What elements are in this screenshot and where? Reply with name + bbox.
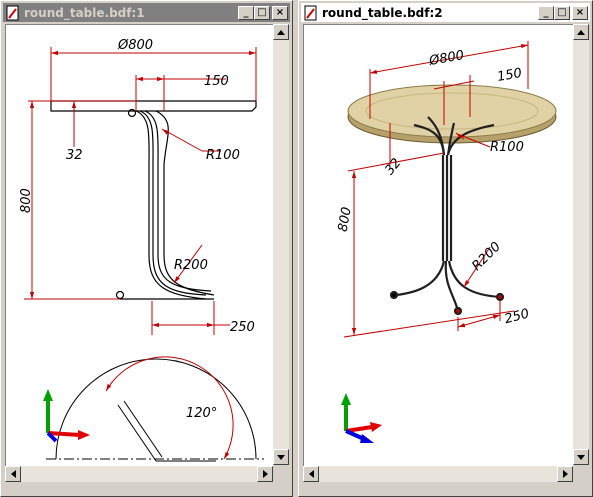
axis-triad — [341, 393, 382, 443]
drawing-canvas[interactable]: Ø800 150 32 800 R100 R200 250 120° — [5, 24, 273, 466]
maximize-button[interactable]: □ — [254, 5, 270, 20]
dimension-lines — [24, 47, 257, 335]
dimension-labels: Ø800 150 32 800 R100 R200 250 — [19, 38, 255, 335]
window-title: round_table.bdf:2 — [322, 5, 443, 20]
dim-radius-bottom: R200 — [174, 258, 208, 273]
dim-foot: 250 — [503, 306, 531, 327]
size-grip[interactable] — [273, 466, 289, 482]
scroll-right-button[interactable] — [557, 466, 573, 482]
dim-diameter: Ø800 — [117, 38, 153, 53]
dim-radius-top: R100 — [206, 148, 240, 163]
arrow-left-icon — [308, 470, 314, 478]
arrow-up-icon — [277, 29, 285, 35]
dim-offset: 150 — [204, 74, 229, 89]
dim-thickness: 32 — [382, 156, 404, 178]
scroll-down-button[interactable] — [273, 449, 289, 465]
scroll-right-button[interactable] — [257, 466, 273, 482]
arrow-down-icon — [577, 454, 585, 460]
leg-3d — [389, 116, 505, 316]
arrow-right-icon — [262, 470, 268, 478]
scroll-down-button[interactable] — [573, 449, 589, 465]
close-button[interactable]: × — [572, 5, 588, 20]
arrow-up-icon — [577, 29, 585, 35]
document-icon — [5, 5, 21, 21]
minimize-button[interactable]: _ — [238, 5, 254, 20]
window-title: round_table.bdf:1 — [24, 5, 145, 20]
scroll-up-button[interactable] — [573, 24, 589, 40]
size-grip[interactable] — [573, 466, 589, 482]
tabletop-profile — [50, 100, 257, 112]
arrow-down-icon — [277, 454, 285, 460]
model-window-3d: round_table.bdf:2 _ □ × Ø800 150 32 800 … — [298, 0, 593, 497]
close-button[interactable]: × — [272, 5, 288, 20]
scroll-up-button[interactable] — [273, 24, 289, 40]
dim-height: 800 — [19, 188, 34, 213]
scroll-left-button[interactable] — [303, 466, 319, 482]
scroll-left-button[interactable] — [5, 466, 21, 482]
title-bar[interactable]: round_table.bdf:2 _ □ × — [301, 3, 590, 22]
model-canvas[interactable]: Ø800 150 32 800 R100 R200 250 — [303, 24, 573, 466]
arrow-left-icon — [10, 470, 16, 478]
dim-radius-top: R100 — [490, 140, 524, 155]
title-bar[interactable]: round_table.bdf:1 _ □ × — [3, 3, 290, 22]
dim-diameter: Ø800 — [427, 48, 465, 69]
dim-height: 800 — [336, 206, 355, 233]
horizontal-scrollbar[interactable] — [5, 466, 273, 482]
arrow-right-icon — [562, 470, 568, 478]
vertical-scrollbar[interactable] — [573, 24, 589, 465]
vertical-scrollbar[interactable] — [273, 24, 289, 465]
horizontal-scrollbar[interactable] — [303, 466, 573, 482]
dim-thickness: 32 — [66, 148, 83, 163]
maximize-button[interactable]: □ — [554, 5, 570, 20]
minimize-button[interactable]: _ — [538, 5, 554, 20]
drawing-window-2d: round_table.bdf:1 _ □ × Ø800 150 32 800 … — [0, 0, 293, 497]
dim-offset: 150 — [496, 66, 523, 85]
dim-foot: 250 — [230, 320, 255, 335]
dim-radius-bottom: R200 — [469, 239, 504, 274]
dim-angle: 120° — [186, 406, 217, 421]
document-icon — [303, 5, 319, 21]
